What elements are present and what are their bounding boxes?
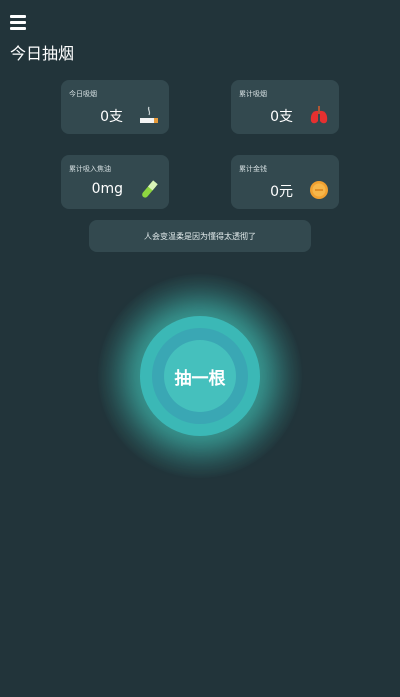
cigarette-icon [140, 106, 158, 123]
lungs-icon [310, 106, 328, 124]
stat-label: 累计吸烟 [239, 90, 267, 98]
stat-value: 0支 [100, 109, 123, 125]
stat-card-total-smoked: 累计吸烟 0支 [231, 80, 339, 134]
stat-label: 今日吸烟 [69, 90, 97, 98]
stat-value: 0mg [91, 181, 123, 197]
stat-card-today-smoked: 今日吸烟 0支 [61, 80, 169, 134]
stat-value: 0支 [270, 109, 293, 125]
stat-label: 累计金钱 [239, 165, 267, 173]
page-title: 今日抽烟 [10, 44, 75, 63]
test-tube-icon [142, 180, 158, 198]
quote-text: 人会变温柔是因为懂得太透彻了 [89, 220, 311, 252]
stat-value: 0元 [270, 184, 293, 200]
coin-icon [310, 181, 328, 199]
stat-card-total-money: 累计金钱 0元 [231, 155, 339, 209]
smoke-one-button[interactable]: 抽一根 [140, 316, 260, 436]
stat-label: 累计吸入焦油 [69, 165, 111, 173]
menu-icon[interactable] [10, 15, 26, 31]
stat-card-total-tar: 累计吸入焦油 0mg [61, 155, 169, 209]
